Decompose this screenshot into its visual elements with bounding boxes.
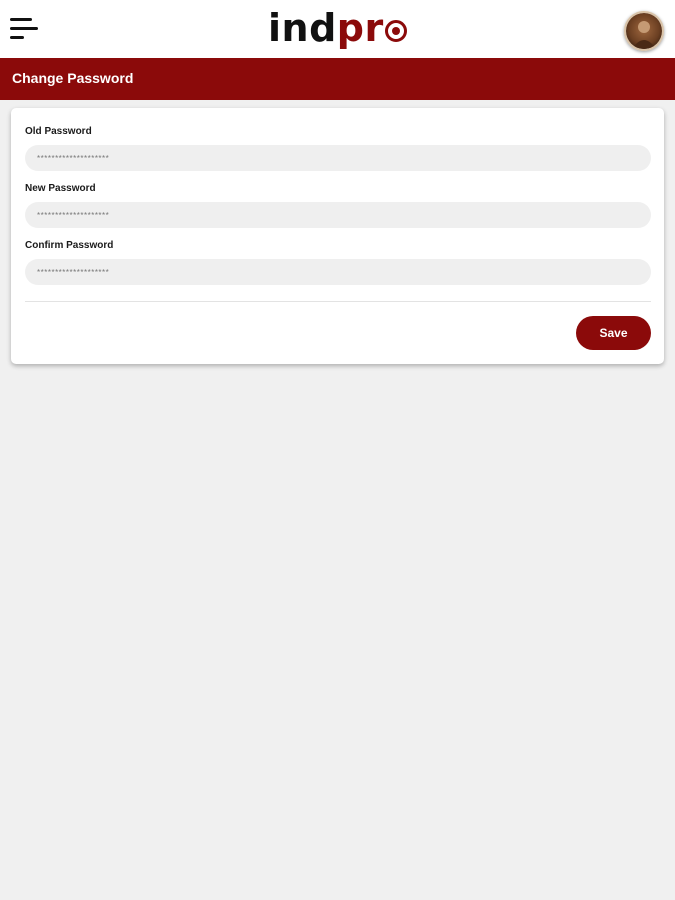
form-divider (25, 301, 651, 302)
change-password-card: Old Password New Password Confirm Passwo… (11, 108, 664, 364)
logo-text-accent: pr (336, 6, 384, 50)
logo-text-primary: ind (268, 6, 337, 50)
indpro-logo: indpr (268, 4, 407, 52)
top-app-bar: indpr (0, 0, 675, 58)
confirm-password-label: Confirm Password (25, 240, 114, 251)
hamburger-menu-icon[interactable] (10, 16, 40, 42)
page-title: Change Password (12, 70, 134, 86)
new-password-label: New Password (25, 183, 96, 194)
page-title-bar: Change Password (0, 58, 675, 100)
avatar-image (626, 13, 662, 49)
old-password-label: Old Password (25, 126, 92, 137)
save-button[interactable]: Save (576, 316, 651, 350)
new-password-field[interactable] (25, 202, 651, 228)
logo-ring-icon (384, 20, 407, 42)
old-password-field[interactable] (25, 145, 651, 171)
user-avatar[interactable] (624, 11, 664, 51)
confirm-password-field[interactable] (25, 259, 651, 285)
